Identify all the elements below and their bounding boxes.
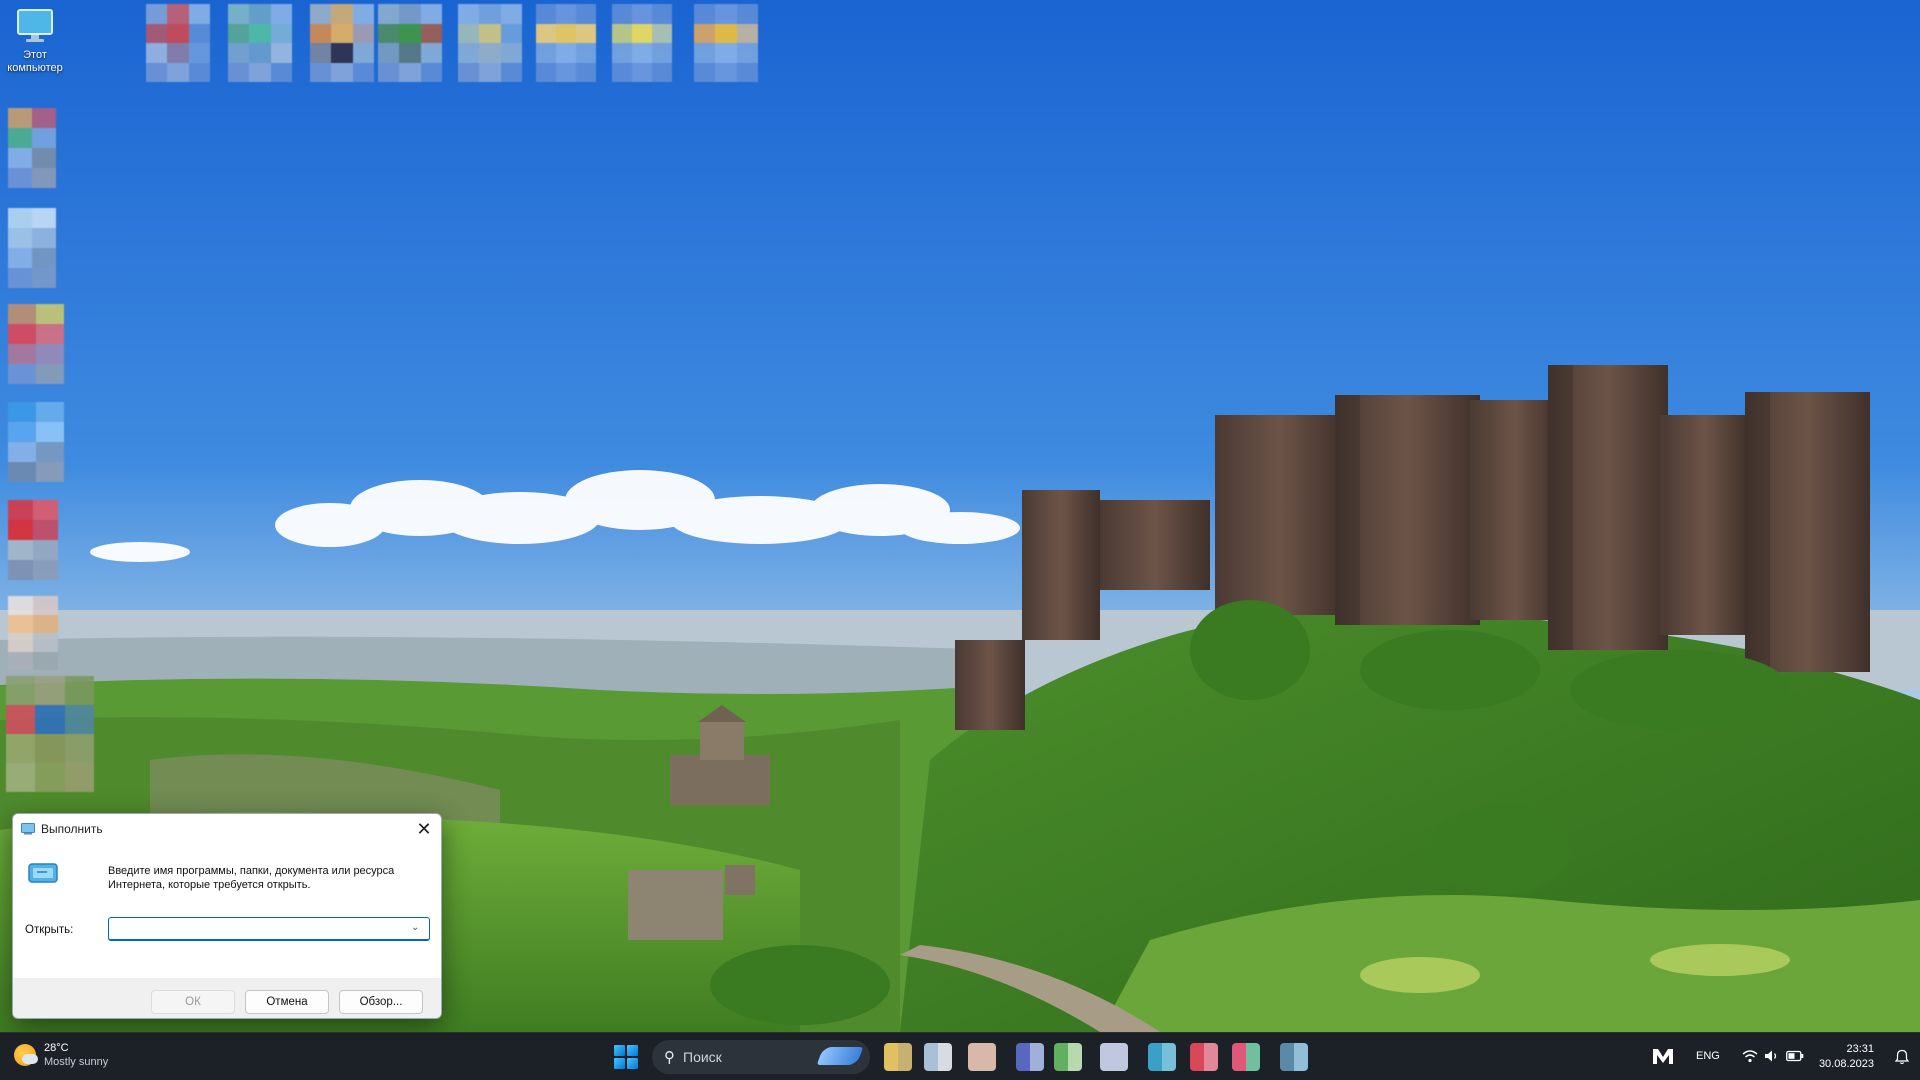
tray-app-logo-icon[interactable] — [1652, 1047, 1674, 1065]
chevron-down-icon[interactable]: ⌄ — [411, 922, 419, 933]
blurred-desktop-icon[interactable] — [228, 4, 292, 82]
blurred-desktop-icon[interactable] — [458, 4, 522, 82]
blurred-desktop-icon[interactable] — [8, 596, 58, 670]
browse-button[interactable]: Обзор... — [339, 990, 423, 1014]
blurred-desktop-icon[interactable] — [694, 4, 758, 82]
system-tray: ENG 23:31 30.08.2023 — [1640, 1033, 1920, 1080]
notification-bell-icon[interactable] — [1894, 1049, 1910, 1065]
taskbar-app-icon[interactable] — [968, 1043, 996, 1071]
dialog-body: Введите имя программы, папки, документа … — [13, 844, 441, 978]
blurred-desktop-icon[interactable] — [378, 4, 442, 82]
monitor-icon — [17, 9, 53, 42]
run-icon — [21, 823, 35, 835]
search-highlight-icon — [816, 1047, 864, 1065]
blurred-desktop-icon[interactable] — [6, 676, 94, 792]
volume-icon[interactable] — [1764, 1049, 1780, 1063]
clock-date: 30.08.2023 — [1818, 1058, 1874, 1070]
blurred-desktop-icon[interactable] — [8, 500, 58, 580]
close-icon: ✕ — [416, 818, 432, 839]
blurred-desktop-icon[interactable] — [310, 4, 374, 82]
ok-button[interactable]: ОК — [151, 990, 235, 1014]
clock-time: 23:31 — [1846, 1043, 1874, 1055]
blurred-desktop-icon[interactable] — [8, 304, 64, 384]
taskbar-search-box[interactable]: ⚲ Поиск — [652, 1040, 870, 1074]
start-button[interactable] — [614, 1045, 638, 1069]
blurred-desktop-icon[interactable] — [536, 4, 596, 82]
weather-condition: Mostly sunny — [44, 1056, 109, 1068]
taskbar-app-icon[interactable] — [1190, 1043, 1218, 1071]
this-pc-label: Этот компьютер — [7, 49, 63, 74]
open-label: Открыть: — [25, 924, 74, 936]
input-language-indicator[interactable]: ENG — [1696, 1050, 1720, 1062]
taskbar: 28°C Mostly sunny ⚲ Поиск ENG 23:31 30.0… — [0, 1032, 1920, 1080]
close-button[interactable]: ✕ — [407, 814, 441, 844]
run-program-icon — [28, 863, 58, 883]
cancel-button[interactable]: Отмена — [245, 990, 329, 1014]
taskbar-app-icon[interactable] — [1280, 1043, 1308, 1071]
dialog-footer: ОК Отмена Обзор... — [13, 978, 441, 1018]
taskbar-app-icon[interactable] — [1016, 1043, 1044, 1071]
taskbar-app-icon[interactable] — [1100, 1043, 1128, 1071]
dialog-description: Введите имя программы, папки, документа … — [108, 865, 395, 891]
taskbar-app-icon[interactable] — [884, 1043, 912, 1071]
windows-logo-icon — [614, 1045, 625, 1056]
blurred-desktop-icon[interactable] — [146, 4, 210, 82]
partly-sunny-icon — [14, 1044, 38, 1066]
taskbar-app-icon[interactable] — [924, 1043, 952, 1071]
blurred-desktop-icon[interactable] — [8, 402, 64, 482]
clock[interactable]: 23:31 30.08.2023 — [1819, 1042, 1874, 1072]
weather-widget[interactable]: 28°C Mostly sunny — [14, 1041, 108, 1069]
taskbar-app-icon[interactable] — [1232, 1043, 1260, 1071]
weather-temperature: 28°C — [44, 1042, 69, 1054]
blurred-desktop-icon[interactable] — [8, 108, 56, 188]
search-label: Поиск — [683, 1049, 722, 1065]
blurred-desktop-icon[interactable] — [612, 4, 672, 82]
run-dialog: Выполнить ✕ Введите имя программы, папки… — [12, 813, 442, 1019]
search-icon: ⚲ — [664, 1049, 675, 1066]
taskbar-app-icon[interactable] — [1148, 1043, 1176, 1071]
battery-icon[interactable] — [1786, 1050, 1804, 1062]
blurred-desktop-icon[interactable] — [8, 208, 56, 288]
dialog-titlebar[interactable]: Выполнить ✕ — [13, 814, 441, 844]
open-combobox-input[interactable] — [108, 917, 430, 941]
taskbar-app-icon[interactable] — [1054, 1043, 1082, 1071]
this-pc-desktop-icon[interactable]: Этот компьютер — [0, 6, 70, 75]
wifi-icon[interactable] — [1742, 1049, 1758, 1063]
dialog-title: Выполнить — [41, 822, 103, 836]
